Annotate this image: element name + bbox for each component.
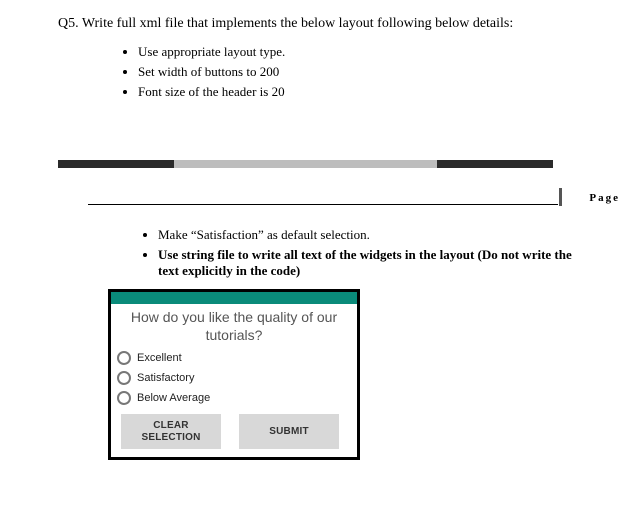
- radio-icon: [117, 391, 131, 405]
- radio-label: Excellent: [137, 352, 182, 364]
- req-bottom-item: Use string file to write all text of the…: [158, 247, 585, 279]
- page-label: Page: [589, 192, 620, 204]
- radio-row-satisfactory[interactable]: Satisfactory: [111, 368, 357, 388]
- radio-icon: [117, 371, 131, 385]
- separator-bar: [58, 160, 585, 168]
- radio-row-excellent[interactable]: Excellent: [111, 348, 357, 368]
- req-top-item: Use appropriate layout type.: [138, 44, 585, 60]
- mockup-button-row: CLEAR SELECTION SUBMIT: [111, 408, 357, 457]
- radio-row-below-average[interactable]: Below Average: [111, 388, 357, 408]
- req-top-item: Font size of the header is 20: [138, 84, 585, 100]
- radio-label: Below Average: [137, 392, 210, 404]
- radio-icon: [117, 351, 131, 365]
- mockup-toolbar: [111, 292, 357, 304]
- page-footer-rule: Page: [88, 204, 558, 205]
- question-title: Q5. Write full xml file that implements …: [58, 16, 585, 32]
- req-bottom-item: Make “Satisfaction” as default selection…: [158, 227, 585, 243]
- req-top-item: Set width of buttons to 200: [138, 64, 585, 80]
- requirements-list-bottom: Make “Satisfaction” as default selection…: [158, 227, 585, 279]
- android-mockup: How do you like the quality of our tutor…: [108, 289, 360, 460]
- radio-label: Satisfactory: [137, 372, 194, 384]
- requirements-list-top: Use appropriate layout type. Set width o…: [138, 44, 585, 100]
- page-marker: [559, 188, 562, 206]
- mockup-header-text: How do you like the quality of our tutor…: [111, 304, 357, 348]
- clear-selection-button[interactable]: CLEAR SELECTION: [121, 414, 221, 449]
- submit-button[interactable]: SUBMIT: [239, 414, 339, 449]
